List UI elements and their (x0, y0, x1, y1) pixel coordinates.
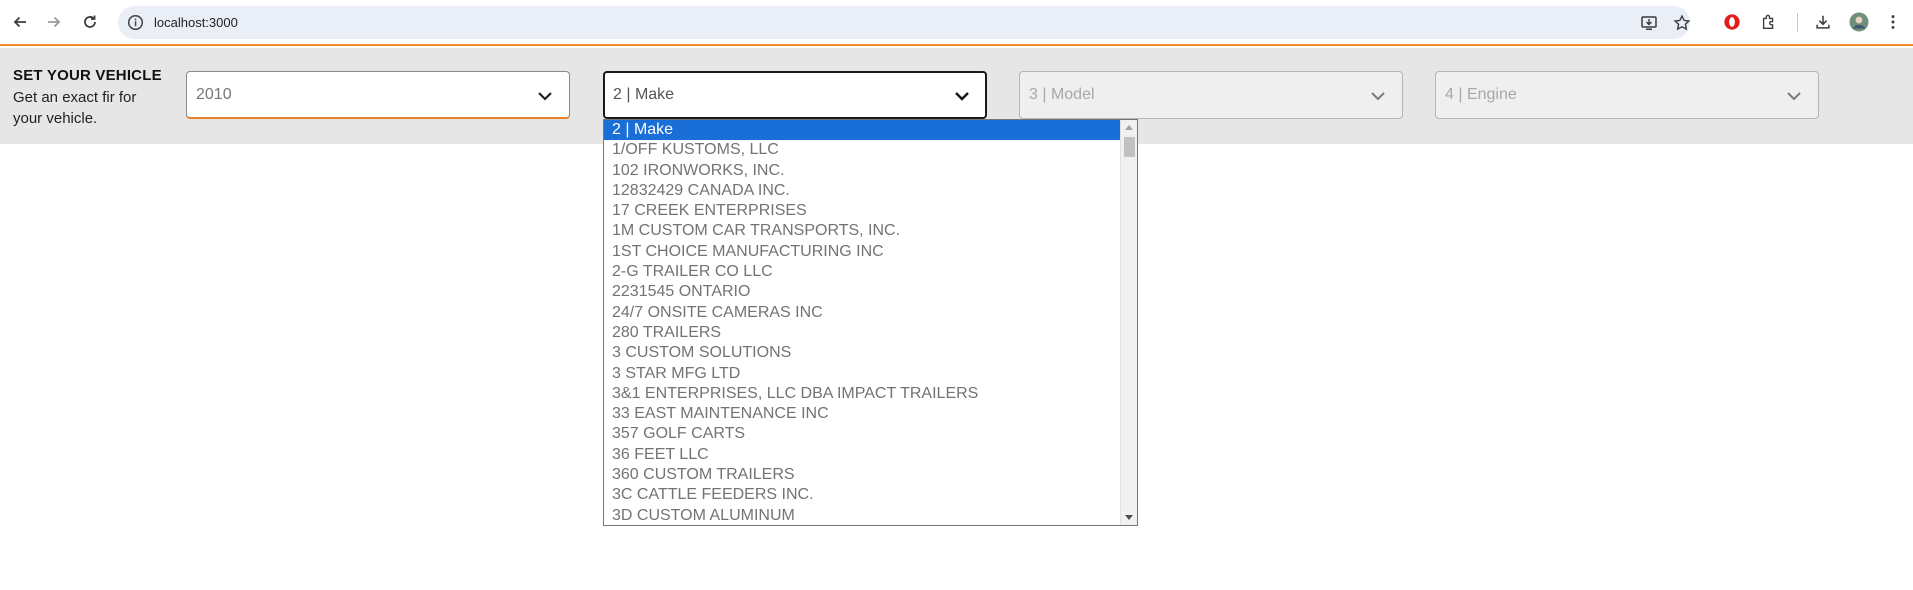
year-select-value: 2010 (196, 86, 232, 103)
site-info-icon[interactable] (127, 14, 144, 31)
make-dropdown-list[interactable]: 2 | Make 1/OFF KUSTOMS, LLC 102 IRONWORKS,… (603, 119, 1138, 526)
make-option[interactable]: 2 | Make (604, 120, 1121, 141)
engine-select[interactable]: 4 | Engine (1435, 71, 1819, 119)
toolbar-divider (1797, 13, 1798, 32)
forward-arrow-icon[interactable] (42, 10, 66, 34)
make-select-value: 2 | Make (613, 86, 675, 103)
opera-extension-icon[interactable] (1722, 12, 1742, 32)
make-select[interactable]: 2 | Make (603, 71, 987, 119)
back-arrow-icon[interactable] (8, 10, 32, 34)
make-option[interactable]: 360 CUSTOM TRAILERS (604, 465, 1121, 485)
make-option[interactable]: 36 FEET LLC (604, 445, 1121, 465)
extensions-puzzle-icon[interactable] (1759, 12, 1779, 32)
reload-icon[interactable] (78, 10, 102, 34)
make-option[interactable]: 3 CUSTOM SOLUTIONS (604, 343, 1121, 363)
bookmark-star-icon[interactable] (1673, 14, 1691, 32)
make-options: 2 | Make 1/OFF KUSTOMS, LLC 102 IRONWORKS,… (604, 120, 1121, 525)
scroll-down-icon[interactable] (1125, 515, 1133, 520)
model-select[interactable]: 3 | Model (1019, 71, 1403, 119)
install-app-icon[interactable] (1640, 14, 1658, 32)
scroll-up-icon[interactable] (1125, 125, 1133, 130)
scrollbar-thumb[interactable] (1124, 137, 1135, 157)
make-option[interactable]: 33 EAST MAINTENANCE INC (604, 404, 1121, 424)
make-option[interactable]: 1ST CHOICE MANUFACTURING INC (604, 242, 1121, 262)
browser-toolbar: localhost:3000 (0, 0, 1913, 46)
vehicle-title: SET YOUR VEHICLE (13, 67, 162, 84)
make-option[interactable]: 280 TRAILERS (604, 323, 1121, 343)
make-option[interactable]: 357 GOLF CARTS (604, 424, 1121, 444)
make-option[interactable]: 2231545 ONTARIO (604, 282, 1121, 302)
make-option[interactable]: 17 CREEK ENTERPRISES (604, 201, 1121, 221)
make-option[interactable]: 2-G TRAILER CO LLC (604, 262, 1121, 282)
engine-select-value: 4 | Engine (1445, 86, 1517, 103)
chevron-down-icon (1787, 92, 1801, 101)
url-text: localhost:3000 (154, 15, 238, 30)
address-bar[interactable]: localhost:3000 (118, 6, 1691, 39)
chevron-down-icon (538, 92, 552, 101)
make-option[interactable]: 3D CUSTOM ALUMINUM (604, 506, 1121, 525)
make-option[interactable]: 12832429 CANADA INC. (604, 181, 1121, 201)
downloads-icon[interactable] (1813, 12, 1833, 32)
make-option[interactable]: 24/7 ONSITE CAMERAS INC (604, 303, 1121, 323)
vehicle-subtitle: Get an exact fir for your vehicle. (13, 89, 137, 127)
year-select[interactable]: 2010 (186, 71, 570, 119)
dropdown-scrollbar[interactable] (1120, 120, 1137, 525)
make-option[interactable]: 102 IRONWORKS, INC. (604, 161, 1121, 181)
make-option[interactable]: 1M CUSTOM CAR TRANSPORTS, INC. (604, 221, 1121, 241)
make-option[interactable]: 3C CATTLE FEEDERS INC. (604, 485, 1121, 505)
make-option[interactable]: 3&1 ENTERPRISES, LLC DBA IMPACT TRAILERS (604, 384, 1121, 404)
model-select-value: 3 | Model (1029, 86, 1095, 103)
make-option[interactable]: 1/OFF KUSTOMS, LLC (604, 140, 1121, 160)
chevron-down-icon (1371, 92, 1385, 101)
chevron-down-icon (955, 92, 969, 101)
menu-kebab-icon[interactable] (1883, 12, 1903, 32)
profile-avatar-icon[interactable] (1849, 12, 1869, 32)
make-option[interactable]: 3 STAR MFG LTD (604, 364, 1121, 384)
